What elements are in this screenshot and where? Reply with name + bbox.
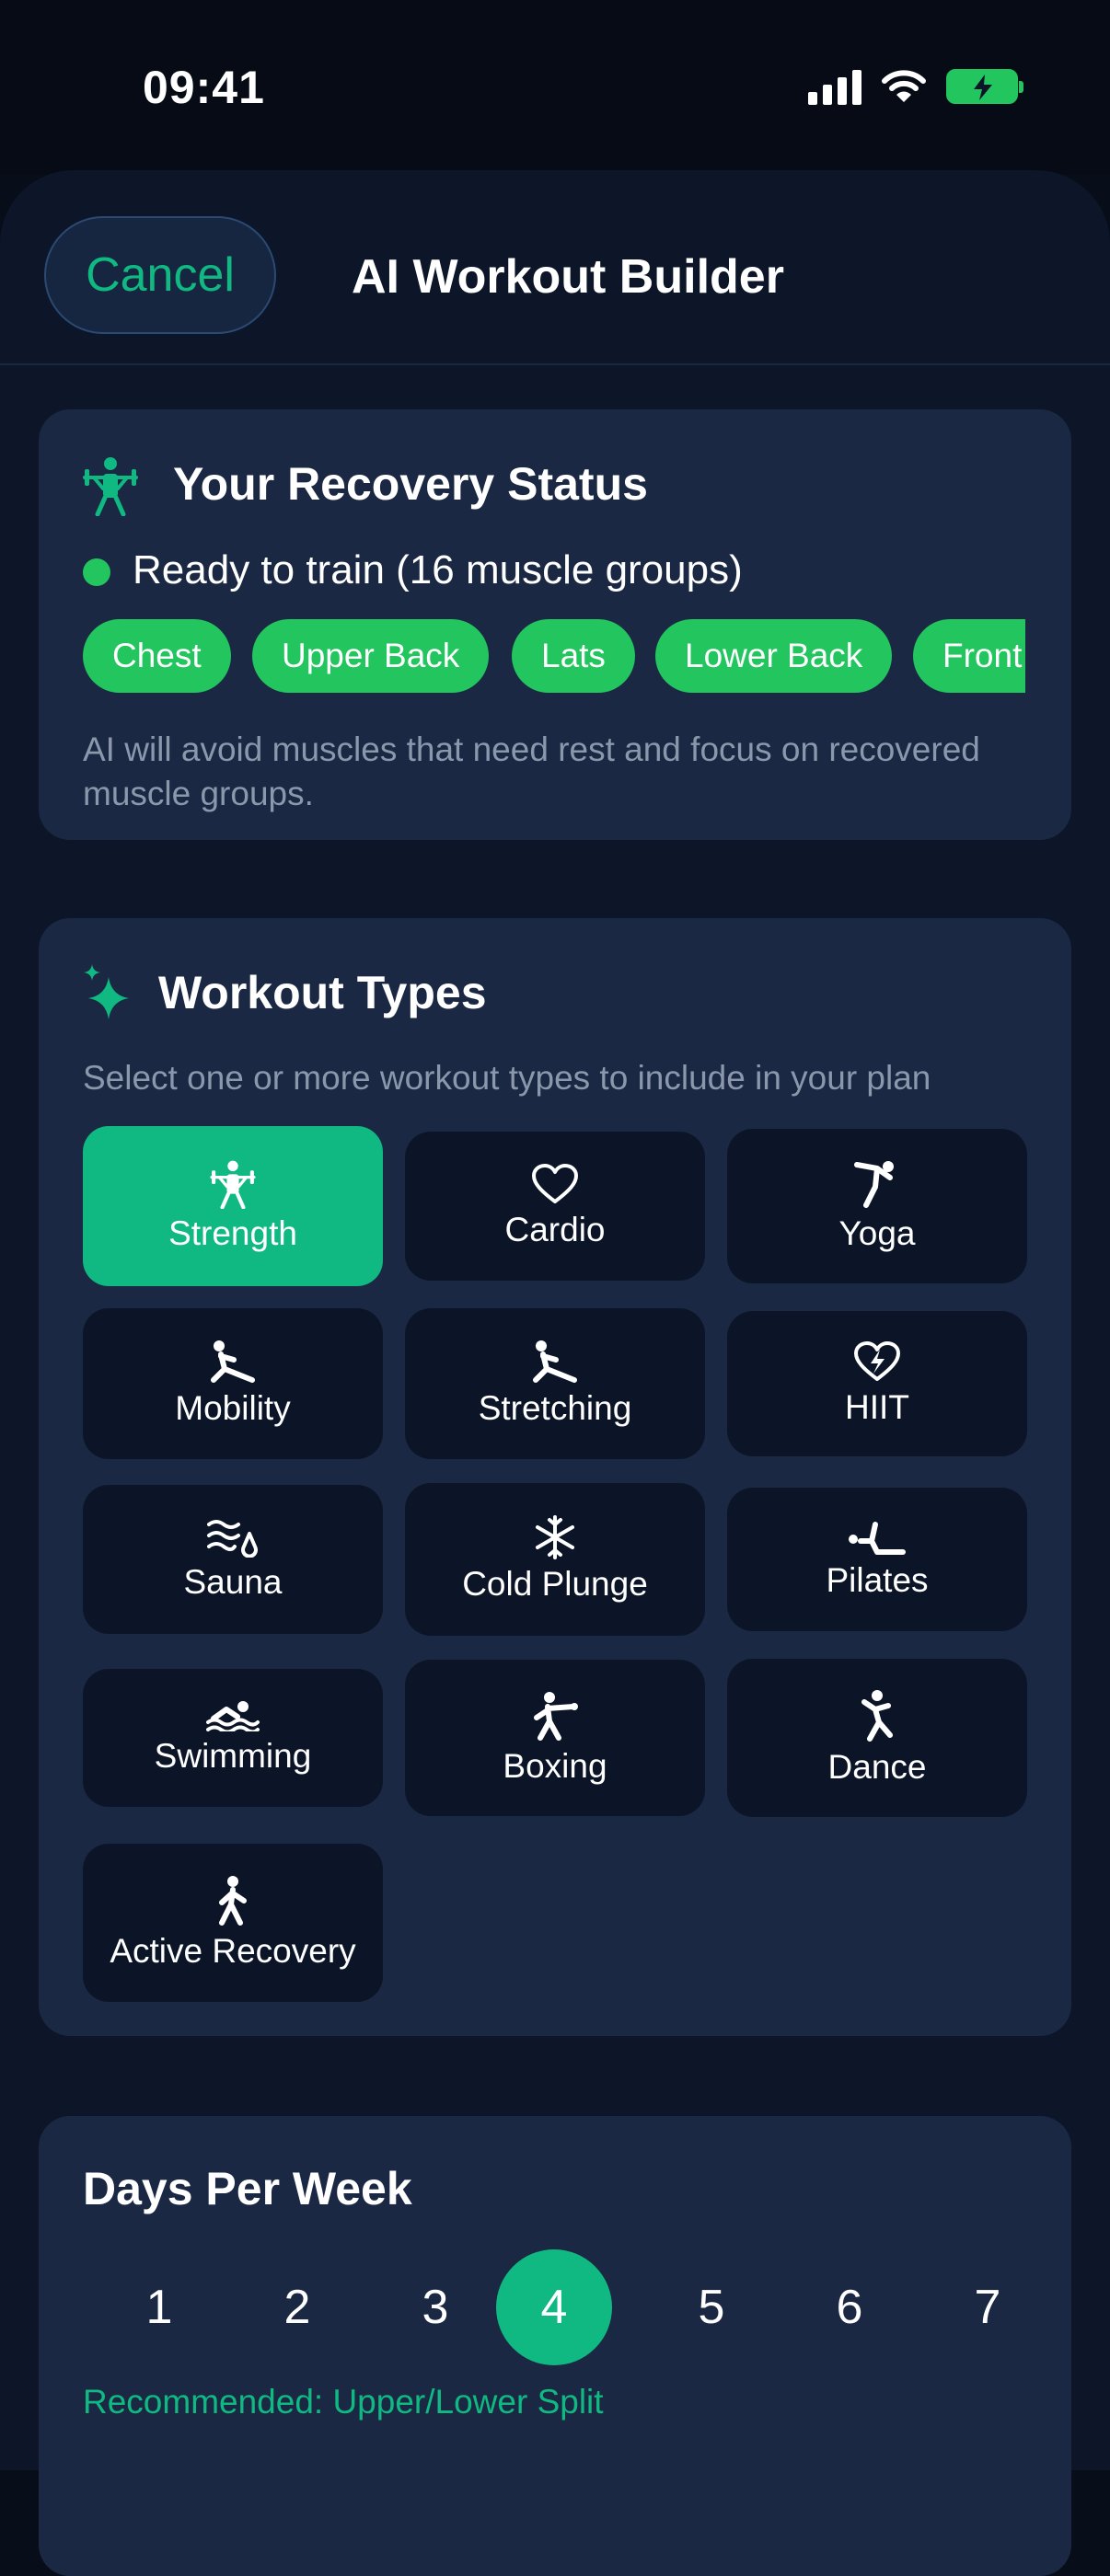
day-option-5[interactable]: 5: [653, 2249, 769, 2365]
workout-type-cardio[interactable]: Cardio: [405, 1132, 705, 1281]
walking-figure-icon: [219, 1876, 247, 1926]
day-option-7[interactable]: 7: [930, 2249, 1046, 2365]
day-option-1[interactable]: 1: [101, 2249, 217, 2365]
workout-types-subtitle: Select one or more workout types to incl…: [83, 1059, 931, 1097]
weightlifter-icon: [210, 1160, 256, 1209]
muscle-chip: Lats: [512, 619, 635, 693]
tile-label: Sauna: [183, 1563, 283, 1601]
muscle-chip-row[interactable]: Chest Upper Back Lats Lower Back Front: [83, 619, 1025, 693]
day-selector: 1 2 3 4 5 6 7: [39, 2249, 1071, 2365]
workout-type-strength[interactable]: Strength: [83, 1126, 383, 1286]
day-option-4[interactable]: 4: [496, 2249, 612, 2365]
sparkle-icon: [84, 964, 129, 1019]
days-per-week-title: Days Per Week: [83, 2163, 412, 2214]
tile-label: Active Recovery: [110, 1932, 356, 1970]
workout-type-hiit[interactable]: HIIT: [727, 1311, 1027, 1456]
muscle-chip: Upper Back: [252, 619, 490, 693]
status-time: 09:41: [143, 62, 265, 113]
tile-label: Yoga: [838, 1214, 916, 1252]
workout-type-boxing[interactable]: Boxing: [405, 1660, 705, 1816]
muscle-chip: Chest: [83, 619, 231, 693]
cellular-signal-icon: [808, 68, 861, 105]
tile-label: Swimming: [154, 1737, 312, 1775]
muscle-chip: Lower Back: [655, 619, 893, 693]
dancer-icon: [861, 1690, 893, 1742]
workout-type-cold-plunge[interactable]: Cold Plunge: [405, 1483, 705, 1636]
workout-type-dance[interactable]: Dance: [727, 1659, 1027, 1817]
tile-label: Dance: [827, 1748, 927, 1786]
tile-label: HIIT: [845, 1388, 909, 1426]
muscle-chip: Front: [913, 619, 1025, 693]
tile-label: Mobility: [175, 1389, 291, 1427]
workout-type-active-recovery[interactable]: Active Recovery: [83, 1844, 383, 2002]
heart-icon: [532, 1164, 578, 1203]
recovery-status-card: Your Recovery Status Ready to train (16 …: [39, 409, 1071, 840]
workout-type-stretching[interactable]: Stretching: [405, 1308, 705, 1459]
tile-label: Cold Plunge: [462, 1565, 648, 1603]
status-bar: 09:41: [0, 0, 1110, 175]
workout-type-yoga[interactable]: Yoga: [727, 1129, 1027, 1283]
swimmer-icon: [206, 1701, 260, 1731]
tile-label: Strength: [168, 1214, 297, 1252]
wifi-icon: [882, 70, 926, 102]
workout-types-title: Workout Types: [158, 967, 487, 1018]
status-dot: [83, 558, 110, 586]
recovery-note: AI will avoid muscles that need rest and…: [83, 730, 980, 812]
day-option-6[interactable]: 6: [792, 2249, 908, 2365]
day-option-2[interactable]: 2: [239, 2249, 355, 2365]
workout-type-pilates[interactable]: Pilates: [727, 1488, 1027, 1631]
battery-charging-icon: [946, 69, 1023, 104]
workout-type-swimming[interactable]: Swimming: [83, 1669, 383, 1807]
workout-type-sauna[interactable]: Sauna: [83, 1485, 383, 1634]
cancel-button[interactable]: Cancel: [44, 216, 276, 334]
split-recommendation: Recommended: Upper/Lower Split: [83, 2383, 604, 2421]
snowflake-icon: [536, 1515, 574, 1559]
tile-label: Stretching: [478, 1389, 632, 1427]
tile-label: Pilates: [826, 1561, 929, 1599]
tile-label: Boxing: [503, 1747, 607, 1785]
stretch-figure-icon: [211, 1340, 255, 1383]
weightlifter-icon: [83, 457, 138, 516]
navigation-bar: Cancel AI Workout Builder: [0, 170, 1110, 365]
heart-bolt-icon: [854, 1341, 900, 1381]
yoga-pose-icon: [854, 1161, 894, 1208]
days-per-week-card: Days Per Week 1 2 3 4 5 6 7 Recommended:…: [39, 2116, 1071, 2576]
heat-waves-icon: [207, 1520, 258, 1558]
day-option-3[interactable]: 3: [377, 2249, 493, 2365]
workout-builder-sheet: Cancel AI Workout Builder Your Recovery …: [0, 170, 1110, 2576]
workout-types-card: Workout Types Select one or more workout…: [39, 918, 1071, 2036]
pilates-figure-icon: [849, 1522, 906, 1555]
page-title: AI Workout Builder: [352, 250, 784, 304]
status-icons: [808, 68, 1023, 105]
boxer-icon: [534, 1692, 578, 1741]
recovery-status-text: Ready to train (16 muscle groups): [133, 547, 743, 592]
workout-type-mobility[interactable]: Mobility: [83, 1308, 383, 1459]
stretch-figure-icon: [533, 1340, 577, 1383]
recovery-title: Your Recovery Status: [173, 458, 648, 510]
tile-label: Cardio: [504, 1211, 606, 1248]
